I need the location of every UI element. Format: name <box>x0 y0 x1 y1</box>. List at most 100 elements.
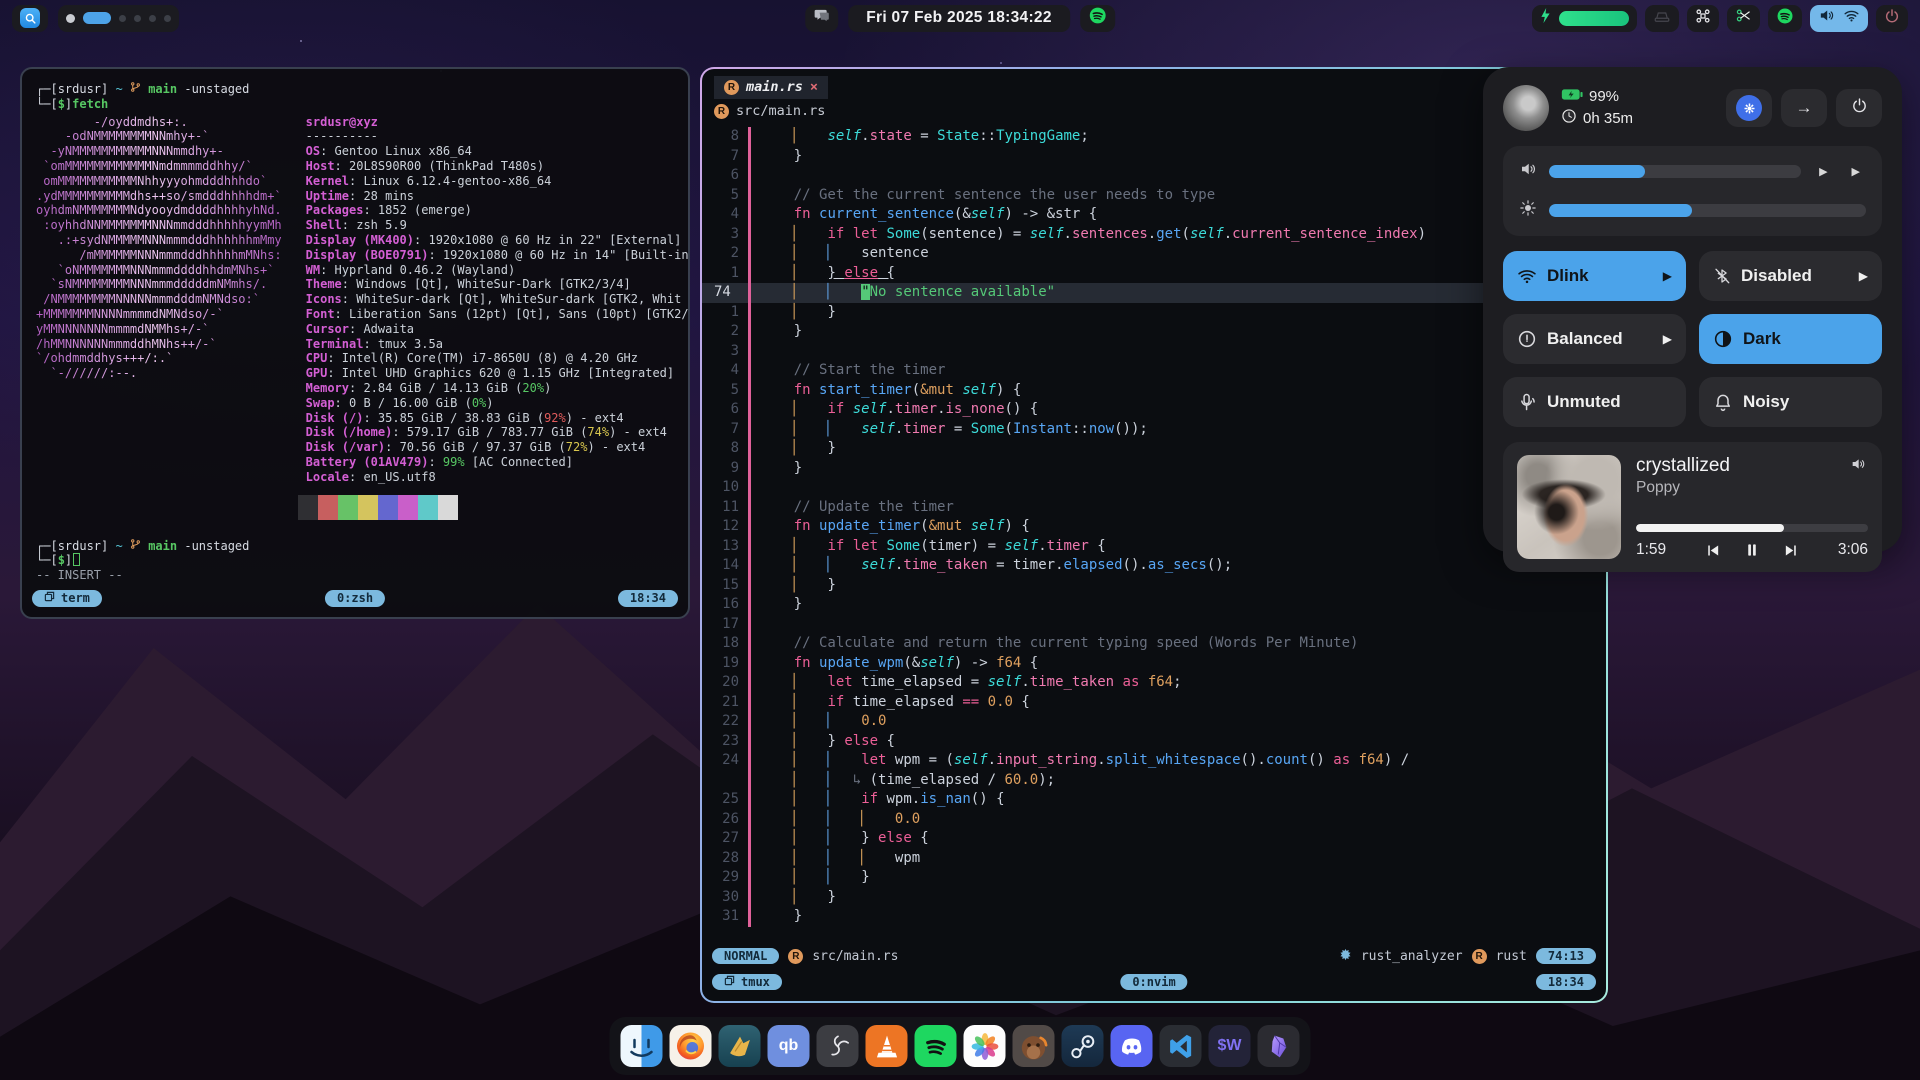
code-line[interactable]: 7 ▏ ▏ self.timer = Some(Instant::now()); <box>702 420 1606 440</box>
workspace-5[interactable] <box>149 15 156 22</box>
dock-item-discord[interactable] <box>1111 1025 1153 1067</box>
media-volume-icon[interactable] <box>1850 456 1866 477</box>
workspace-2[interactable] <box>83 12 111 24</box>
code-line[interactable]: 29 ▏ ▏ } <box>702 868 1606 888</box>
clock-pill[interactable]: Fri 07 Feb 2025 18:34:22 <box>848 5 1070 32</box>
dock-item-vlc[interactable] <box>866 1025 908 1067</box>
close-icon[interactable]: × <box>810 79 818 95</box>
pause-button[interactable] <box>1743 541 1761 559</box>
toggle-balanced[interactable]: Balanced▶ <box>1503 314 1686 364</box>
command-button[interactable] <box>1687 5 1719 32</box>
code-line[interactable]: 1 ▏ } <box>702 303 1606 323</box>
workspace-6[interactable] <box>164 15 171 22</box>
toggle-dark[interactable]: Dark <box>1699 314 1882 364</box>
code-line[interactable]: 24 ▏ ▏ let wpm = (self.input_string.spli… <box>702 751 1606 771</box>
code-line[interactable]: 15 ▏ } <box>702 576 1606 596</box>
tmux-session-pill[interactable]: term <box>32 590 102 607</box>
code-line[interactable]: 3 ▏ if let Some(sentence) = self.sentenc… <box>702 225 1606 245</box>
code-line[interactable]: 74 ▏ ▏ "No sentence available" <box>702 283 1606 303</box>
next-page-button[interactable]: → <box>1781 89 1827 127</box>
spotify-tray-button[interactable] <box>1768 5 1802 32</box>
tmux-window-pill[interactable]: 0:zsh <box>325 590 385 607</box>
code-line[interactable]: 1 ▏ } else { <box>702 264 1606 284</box>
code-line[interactable]: 28 ▏ ▏ ▏ wpm <box>702 849 1606 869</box>
battery-pill[interactable] <box>1532 5 1637 32</box>
tmux-window-pill[interactable]: 0:nvim <box>1120 974 1187 990</box>
dock-item-obsidian[interactable] <box>1258 1025 1300 1067</box>
chevron-right-icon[interactable]: ▶ <box>1663 269 1672 283</box>
editor-window[interactable]: R main.rs × R src/main.rs 8 ▏ self.state… <box>700 67 1608 1003</box>
brightness-slider[interactable] <box>1549 204 1866 217</box>
dock-item-dollar-w-app[interactable]: $W <box>1209 1025 1251 1067</box>
chevron-right-icon[interactable]: ▶ <box>1859 269 1868 283</box>
dock-item-gimp[interactable] <box>1013 1025 1055 1067</box>
code-line[interactable]: 31 } <box>702 907 1606 927</box>
launcher-button[interactable] <box>12 5 48 32</box>
code-line[interactable]: 21 ▏ if time_elapsed == 0.0 { <box>702 693 1606 713</box>
code-line[interactable]: 19 fn update_wpm(&self) -> f64 { <box>702 654 1606 674</box>
dock-item-firefox[interactable] <box>670 1025 712 1067</box>
workspace-3[interactable] <box>119 15 126 22</box>
code-line[interactable]: 4 // Start the timer <box>702 361 1606 381</box>
code-line[interactable]: 22 ▏ ▏ 0.0 <box>702 712 1606 732</box>
code-line[interactable]: 14 ▏ ▏ self.time_taken = timer.elapsed()… <box>702 556 1606 576</box>
dock-item-spotify[interactable] <box>915 1025 957 1067</box>
screenshot-button[interactable] <box>1727 5 1760 32</box>
code-line[interactable]: ▏ ▏ ↳ (time_elapsed / 60.0); <box>702 771 1606 791</box>
code-line[interactable]: 17 <box>702 615 1606 635</box>
dock-item-vscode[interactable] <box>1160 1025 1202 1067</box>
code-line[interactable]: 10 <box>702 478 1606 498</box>
code-line[interactable]: 3 <box>702 342 1606 362</box>
code-line[interactable]: 12 fn update_timer(&mut self) { <box>702 517 1606 537</box>
volume-slider[interactable] <box>1549 165 1801 178</box>
code-line[interactable]: 4 fn current_sentence(&self) -> &str { <box>702 205 1606 225</box>
toggle-noisy[interactable]: Noisy <box>1699 377 1882 427</box>
toggle-dlink[interactable]: Dlink▶ <box>1503 251 1686 301</box>
code-line[interactable]: 18 // Calculate and return the current t… <box>702 634 1606 654</box>
dock-item-steam[interactable] <box>1062 1025 1104 1067</box>
output-chevron[interactable]: ▶ <box>1813 165 1833 178</box>
code-line[interactable]: 8 ▏ } <box>702 439 1606 459</box>
code-line[interactable]: 5 // Get the current sentence the user n… <box>702 186 1606 206</box>
code-editor[interactable]: 8 ▏ self.state = State::TypingGame;7 }65… <box>702 127 1606 941</box>
notifications-button[interactable] <box>805 5 838 32</box>
code-line[interactable]: 20 ▏ let time_elapsed = self.time_taken … <box>702 673 1606 693</box>
next-track-button[interactable] <box>1783 542 1800 559</box>
power-menu-button[interactable] <box>1836 89 1882 127</box>
terminal-window[interactable]: ┌─[srdusr] ~ main -unstaged └─[$]fetch -… <box>20 67 690 619</box>
code-line[interactable]: 7 } <box>702 147 1606 167</box>
code-line[interactable]: 13 ▏ if let Some(timer) = self.timer { <box>702 537 1606 557</box>
toggle-unmuted[interactable]: Unmuted <box>1503 377 1686 427</box>
toggle-disabled[interactable]: Disabled▶ <box>1699 251 1882 301</box>
tab-main-rs[interactable]: R main.rs × <box>714 76 828 99</box>
tmux-session-pill[interactable]: tmux <box>712 974 782 990</box>
avatar[interactable] <box>1503 85 1549 131</box>
code-line[interactable]: 27 ▏ ▏ } else { <box>702 829 1606 849</box>
code-line[interactable]: 30 ▏ } <box>702 888 1606 908</box>
code-line[interactable]: 8 ▏ self.state = State::TypingGame; <box>702 127 1606 147</box>
spotify-pill[interactable] <box>1080 5 1115 32</box>
dock-item-fan-app[interactable] <box>817 1025 859 1067</box>
audio-network-pill[interactable] <box>1810 5 1868 32</box>
code-line[interactable]: 16 } <box>702 595 1606 615</box>
code-line[interactable]: 9 } <box>702 459 1606 479</box>
workspace-1[interactable] <box>66 14 75 23</box>
chevron-right-icon[interactable]: ▶ <box>1663 332 1672 346</box>
dock-item-photos[interactable] <box>964 1025 1006 1067</box>
code-line[interactable]: 23 ▏ } else { <box>702 732 1606 752</box>
workspace-4[interactable] <box>134 15 141 22</box>
code-line[interactable]: 11 // Update the timer <box>702 498 1606 518</box>
workspace-switcher[interactable] <box>58 5 179 32</box>
app-mixer-chevron[interactable]: ▶ <box>1846 165 1866 178</box>
dock-item-qbittorrent[interactable]: qb <box>768 1025 810 1067</box>
media-progress-bar[interactable] <box>1636 524 1868 532</box>
code-line[interactable]: 26 ▏ ▏ ▏ 0.0 <box>702 810 1606 830</box>
dock-item-file-manager[interactable] <box>621 1025 663 1067</box>
code-line[interactable]: 2 } <box>702 322 1606 342</box>
code-line[interactable]: 25 ▏ ▏ if wpm.is_nan() { <box>702 790 1606 810</box>
code-line[interactable]: 6 <box>702 166 1606 186</box>
code-line[interactable]: 2 ▏ ▏ sentence <box>702 244 1606 264</box>
power-button[interactable] <box>1876 5 1908 32</box>
dock-item-bird-app[interactable] <box>719 1025 761 1067</box>
code-line[interactable]: 5 fn start_timer(&mut self) { <box>702 381 1606 401</box>
